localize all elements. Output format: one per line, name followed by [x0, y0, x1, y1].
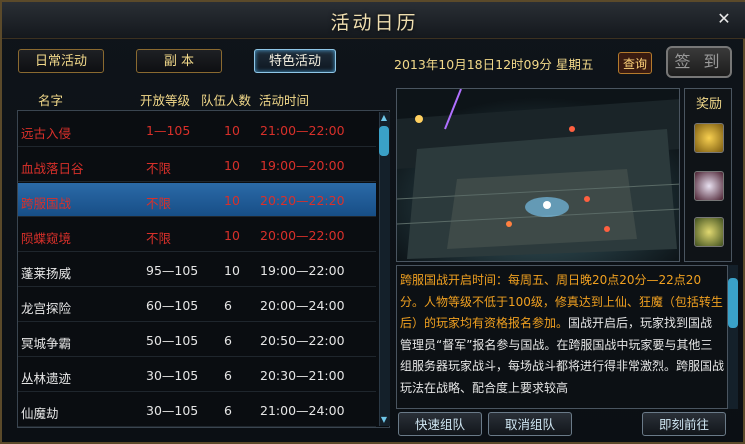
- reward-title: 奖励: [695, 97, 722, 112]
- cell-level: 30—105: [146, 368, 199, 383]
- cell-name: 丛林遗迹: [21, 371, 72, 386]
- current-datetime: 2013年10月18日12时09分 星期五: [394, 57, 594, 72]
- cell-team: 6: [224, 368, 232, 383]
- cell-team: 10: [224, 228, 240, 243]
- cell-time: 19:00—20:00: [260, 158, 345, 173]
- tab-dungeon[interactable]: 副 本: [136, 49, 222, 73]
- close-icon[interactable]: ✕: [715, 10, 733, 28]
- cell-team: 10: [224, 158, 240, 173]
- header-level: 开放等级: [140, 93, 191, 108]
- table-row[interactable]: 冥城争霸 50—105 6 20:50—22:00: [18, 323, 376, 357]
- reward-panel: 奖励: [684, 88, 732, 262]
- checkin-button[interactable]: 签 到: [666, 46, 732, 78]
- cell-level: 30—105: [146, 403, 199, 418]
- table-row[interactable]: 血战落日谷 不限 10 19:00—20:00: [18, 148, 376, 182]
- description-scroll-thumb[interactable]: [728, 278, 738, 328]
- cell-level: 不限: [146, 161, 172, 176]
- cell-time: 20:30—21:00: [260, 368, 345, 383]
- cell-level: 不限: [146, 231, 172, 246]
- window-title: 活动日历: [330, 12, 419, 34]
- cell-name: 跨服国战: [21, 196, 72, 211]
- cell-name: 陨蝶窥境: [21, 231, 72, 246]
- cell-team: 6: [224, 333, 232, 348]
- header-time: 活动时间: [259, 93, 310, 108]
- cell-team: 6: [224, 403, 232, 418]
- cell-team: 10: [224, 193, 240, 208]
- table-row[interactable]: 跨服国战 不限 10 20:20—22:20: [18, 183, 376, 217]
- table-header: 名字 开放等级 队伍人数 活动时间: [17, 86, 377, 108]
- cancel-team-button[interactable]: 取消组队: [488, 412, 572, 436]
- cell-level: 不限: [146, 196, 172, 211]
- table-row[interactable]: 蓬莱扬威 95—105 10 19:00—22:00: [18, 253, 376, 287]
- query-button[interactable]: 查询: [618, 52, 652, 74]
- cell-level: 60—105: [146, 298, 199, 313]
- cell-name: 血战落日谷: [21, 161, 84, 176]
- eye-orb-icon[interactable]: [694, 171, 724, 201]
- tab-daily-activities[interactable]: 日常活动: [18, 49, 104, 73]
- table-row[interactable]: 龙宫探险 60—105 6 20:00—24:00: [18, 288, 376, 322]
- cell-team: 6: [224, 298, 232, 313]
- cell-time: 21:00—24:00: [260, 403, 345, 418]
- cell-team: 10: [224, 263, 240, 278]
- header-name: 名字: [38, 93, 64, 108]
- cell-name: 仙魔劫: [21, 406, 59, 421]
- go-now-button[interactable]: 即刻前往: [642, 412, 726, 436]
- cell-name: 蓬莱扬威: [21, 266, 72, 281]
- scroll-up-icon[interactable]: ▲: [379, 113, 389, 123]
- cell-time: 20:20—22:20: [260, 193, 345, 208]
- cell-name: 远古入侵: [21, 126, 72, 141]
- quick-team-button[interactable]: 快速组队: [398, 412, 482, 436]
- list-scrollbar[interactable]: [379, 112, 390, 426]
- cell-level: 50—105: [146, 333, 199, 348]
- cell-time: 21:00—22:00: [260, 123, 345, 138]
- table-row[interactable]: 丛林遗迹 30—105 6 20:30—21:00: [18, 358, 376, 392]
- table-row[interactable]: 陨蝶窥境 不限 10 20:00—22:00: [18, 218, 376, 252]
- gold-ingot-icon[interactable]: [694, 123, 724, 153]
- cell-name: 龙宫探险: [21, 301, 72, 316]
- activity-description: 跨服国战开启时间：每周五、周日晚20点20分—22点20分。人物等级不低于100…: [396, 265, 728, 409]
- cell-team: 10: [224, 123, 240, 138]
- cell-time: 20:00—22:00: [260, 228, 345, 243]
- cell-level: 95—105: [146, 263, 199, 278]
- cell-name: 冥城争霸: [21, 336, 72, 351]
- cell-level: 1—105: [146, 123, 191, 138]
- header-team-size: 队伍人数: [201, 93, 252, 108]
- cell-time: 20:50—22:00: [260, 333, 345, 348]
- treasure-bowl-icon[interactable]: [694, 217, 724, 247]
- cell-time: 19:00—22:00: [260, 263, 345, 278]
- table-row[interactable]: 远古入侵 1—105 10 21:00—22:00: [18, 113, 376, 147]
- tab-featured-activities[interactable]: 特色活动: [254, 49, 336, 73]
- table-row[interactable]: 仙魔劫 30—105 6 21:00—24:00: [18, 393, 376, 427]
- list-scroll-thumb[interactable]: [379, 126, 389, 156]
- cell-time: 20:00—24:00: [260, 298, 345, 313]
- scroll-down-icon[interactable]: ▼: [379, 415, 389, 425]
- activity-preview-image: [396, 88, 680, 262]
- activity-calendar-window: 活动日历 ✕ 日常活动 副 本 特色活动 2013年10月18日12时09分 星…: [0, 0, 745, 444]
